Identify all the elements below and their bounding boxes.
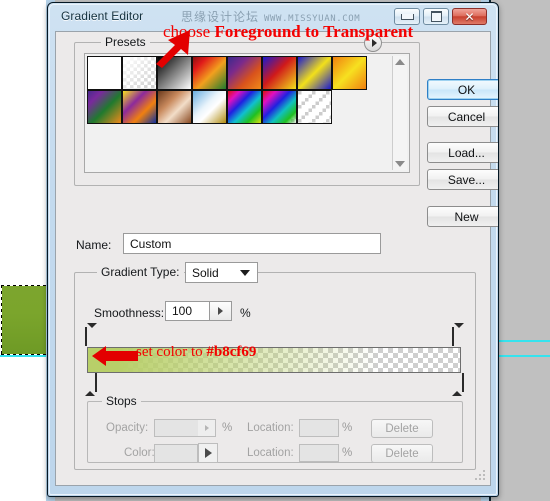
preset-swatch-violet-orange[interactable]	[227, 56, 262, 90]
opacity-stop-left-pointer	[87, 323, 97, 345]
annotation-bottom-bold: #b8cf69	[206, 344, 257, 360]
save-button[interactable]: Save...	[427, 169, 498, 190]
minimize-icon	[400, 13, 414, 20]
preset-swatch-copper[interactable]	[157, 90, 192, 124]
stepper-arrow-icon	[204, 425, 209, 431]
preset-swatch-transparent-rainbow[interactable]	[262, 90, 297, 124]
color-delete-button[interactable]: Delete	[371, 444, 433, 463]
preset-swatch-chrome[interactable]	[192, 90, 227, 124]
opacity-stop-right-pointer	[454, 323, 464, 345]
selection-marching-ants	[1, 285, 47, 355]
ok-button[interactable]: OK	[427, 79, 498, 100]
dialog-title: Gradient Editor	[61, 9, 144, 23]
color-stop-right-pointer	[452, 374, 462, 396]
opacity-location-unit: %	[342, 422, 353, 434]
smoothness-label: Smoothness:	[94, 306, 165, 320]
scroll-down-icon[interactable]	[395, 161, 405, 167]
preset-swatch-orange-yellow-orange[interactable]	[332, 56, 367, 90]
smoothness-input[interactable]: 100	[165, 301, 210, 321]
opacity-unit: %	[222, 422, 233, 434]
presets-scrollbar[interactable]	[392, 56, 407, 170]
dialog-body: Presets OK Cancel Load... Save... New Na…	[55, 31, 498, 486]
color-stop-right-swatch	[462, 373, 464, 392]
opacity-stepper[interactable]	[198, 419, 216, 437]
preset-swatch-transparent-stripes[interactable]	[297, 90, 332, 124]
scroll-up-icon[interactable]	[395, 59, 405, 65]
gradient-type-select[interactable]: Solid	[185, 262, 258, 283]
preset-swatch-grid	[87, 56, 377, 170]
stepper-arrow-icon	[218, 307, 223, 315]
color-stop-left-pointer	[85, 374, 95, 396]
annotation-top-bold: Foreground to Transparent	[214, 22, 414, 41]
load-button[interactable]: Load...	[427, 142, 498, 163]
color-location-input[interactable]	[299, 444, 339, 462]
canvas-white-area	[0, 0, 46, 501]
preset-swatch-foreground-to-background[interactable]	[87, 56, 122, 90]
color-stop-right[interactable]	[452, 373, 464, 396]
opacity-location-input[interactable]	[299, 419, 339, 437]
color-picker-arrow[interactable]	[198, 443, 218, 463]
horizontal-guide-line-right	[491, 340, 550, 342]
preset-swatch-blue-yellow-blue[interactable]	[297, 56, 332, 90]
color-location-unit: %	[342, 447, 353, 459]
presets-legend: Presets	[101, 35, 150, 49]
gradient-type-group: Gradient Type: Solid Smoothness: 100 % S…	[74, 262, 476, 470]
name-input[interactable]: Custom	[123, 233, 381, 254]
gradient-editor-dialog: Gradient Editor 思缘设计论坛 WWW.MISSYUAN.COM …	[47, 2, 499, 497]
presets-well	[84, 53, 410, 173]
maximize-button[interactable]	[423, 8, 449, 25]
preset-swatch-yellow-violet-orange-blue[interactable]	[122, 90, 157, 124]
opacity-location-label: Location:	[247, 422, 294, 434]
color-location-label: Location:	[247, 447, 294, 459]
color-stop-left-swatch	[95, 373, 97, 392]
name-label: Name:	[76, 238, 112, 252]
opacity-delete-button[interactable]: Delete	[371, 419, 433, 438]
smoothness-stepper[interactable]	[210, 301, 232, 321]
annotation-top: choose Foreground to Transparent	[163, 22, 413, 42]
resize-grip[interactable]	[474, 470, 486, 482]
opacity-input[interactable]	[154, 419, 199, 437]
smoothness-unit: %	[240, 306, 251, 320]
annotation-arrow-top-icon	[156, 30, 190, 68]
opacity-label: Opacity:	[106, 422, 149, 434]
chevron-down-icon	[240, 269, 250, 276]
color-swatch-input[interactable]	[154, 444, 198, 463]
annotation-bottom: set color to #b8cf69	[136, 344, 256, 361]
play-arrow-icon	[204, 448, 212, 458]
stops-legend: Stops	[102, 394, 141, 408]
close-icon: ✕	[464, 9, 475, 24]
cancel-button[interactable]: Cancel	[427, 106, 498, 127]
gradient-type-value: Solid	[192, 265, 219, 280]
new-button[interactable]: New	[427, 206, 498, 227]
close-button[interactable]: ✕	[452, 8, 487, 25]
preset-swatch-violet-green-orange[interactable]	[87, 90, 122, 124]
preset-swatch-spectrum[interactable]	[227, 90, 262, 124]
preset-swatch-red-green[interactable]	[192, 56, 227, 90]
stops-group: Stops Opacity: % Location: % Delete Colo…	[87, 394, 463, 463]
annotation-arrow-bottom-icon	[92, 346, 138, 366]
preset-swatch-blue-red-yellow[interactable]	[262, 56, 297, 90]
opacity-stop-left[interactable]	[85, 323, 97, 346]
presets-group: Presets	[74, 34, 420, 186]
opacity-stop-right[interactable]	[452, 323, 464, 346]
maximize-icon	[430, 11, 442, 22]
color-label: Color:	[124, 447, 155, 459]
gradient-type-label: Gradient Type:	[97, 265, 184, 279]
annotation-bottom-prefix: set color to	[136, 344, 207, 360]
color-stop-left[interactable]	[85, 373, 97, 396]
